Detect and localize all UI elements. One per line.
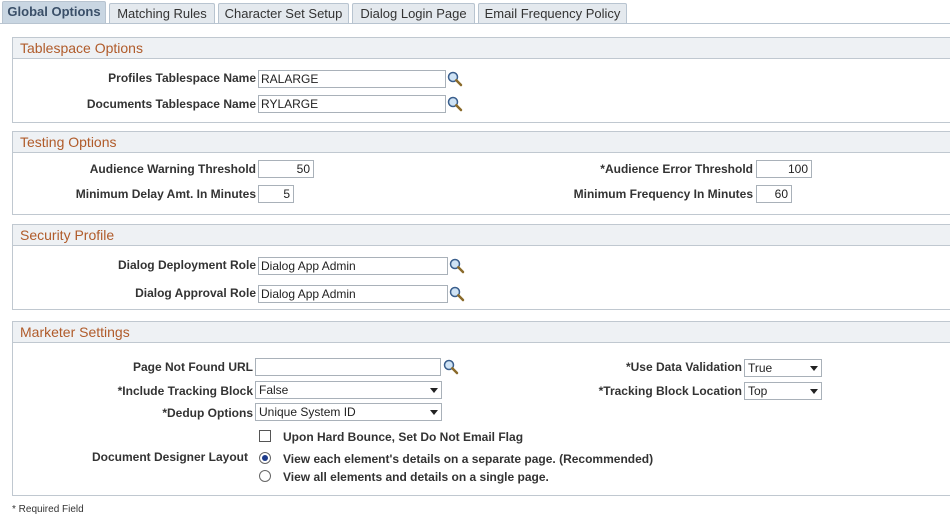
- minimum-frequency-label: Minimum Frequency In Minutes: [573, 187, 753, 201]
- required-field-note: * Required Field: [12, 504, 84, 515]
- magnifier-icon[interactable]: [449, 286, 465, 302]
- layout-single-label: View all elements and details on a singl…: [283, 470, 549, 484]
- select-value: True: [748, 361, 773, 375]
- chevron-down-icon: [810, 366, 818, 371]
- magnifier-icon[interactable]: [447, 96, 463, 112]
- tracking-location-label: *Tracking Block Location: [598, 384, 742, 398]
- include-tracking-select[interactable]: False: [255, 381, 442, 399]
- section-title: Marketer Settings: [13, 322, 950, 343]
- tab-label: Character Set Setup: [224, 6, 343, 21]
- page-not-found-label: Page Not Found URL: [133, 360, 253, 374]
- profiles-tablespace-input[interactable]: [258, 70, 446, 88]
- tab-global-options[interactable]: Global Options: [2, 1, 106, 24]
- audience-warning-input[interactable]: [258, 160, 314, 178]
- page-not-found-input[interactable]: [255, 358, 441, 376]
- chevron-down-icon: [430, 388, 438, 393]
- layout-separate-radio[interactable]: [259, 452, 271, 464]
- use-data-validation-label: *Use Data Validation: [625, 360, 742, 374]
- tab-matching-rules[interactable]: Matching Rules: [109, 3, 215, 23]
- tab-dialog-login-page[interactable]: Dialog Login Page: [352, 3, 475, 23]
- profiles-tablespace-label: Profiles Tablespace Name: [108, 71, 256, 85]
- documents-tablespace-label: Documents Tablespace Name: [86, 97, 256, 111]
- tab-label: Matching Rules: [117, 6, 207, 21]
- magnifier-icon[interactable]: [447, 71, 463, 87]
- select-value: Top: [748, 384, 768, 398]
- select-value: False: [259, 383, 289, 397]
- minimum-delay-label: Minimum Delay Amt. In Minutes: [75, 187, 256, 201]
- audience-warning-label: Audience Warning Threshold: [89, 162, 256, 176]
- approval-role-input[interactable]: [258, 285, 448, 303]
- audience-error-label: *Audience Error Threshold: [600, 162, 753, 176]
- approval-role-label: Dialog Approval Role: [135, 286, 256, 300]
- section-title: Tablespace Options: [13, 38, 950, 59]
- section-title: Testing Options: [13, 132, 950, 153]
- tab-label: Global Options: [7, 4, 101, 19]
- layout-single-radio[interactable]: [259, 470, 271, 482]
- hard-bounce-label: Upon Hard Bounce, Set Do Not Email Flag: [283, 430, 524, 444]
- use-data-validation-select[interactable]: True: [744, 359, 822, 377]
- deployment-role-label: Dialog Deployment Role: [117, 258, 256, 272]
- tab-label: Dialog Login Page: [360, 6, 467, 21]
- minimum-frequency-input[interactable]: [756, 185, 792, 203]
- tab-bar: Global Options Matching Rules Character …: [0, 0, 950, 24]
- minimum-delay-input[interactable]: [258, 185, 294, 203]
- magnifier-icon[interactable]: [443, 359, 459, 375]
- tab-divider: [0, 23, 950, 24]
- chevron-down-icon: [430, 410, 438, 415]
- dedup-options-label: *Dedup Options: [162, 406, 253, 420]
- tracking-location-select[interactable]: Top: [744, 382, 822, 400]
- tab-label: Email Frequency Policy: [484, 6, 621, 21]
- dedup-options-select[interactable]: Unique System ID: [255, 403, 442, 421]
- hard-bounce-checkbox[interactable]: [259, 430, 271, 442]
- documents-tablespace-input[interactable]: [258, 95, 446, 113]
- designer-layout-label: Document Designer Layout: [91, 450, 248, 464]
- include-tracking-label: *Include Tracking Block: [117, 384, 253, 398]
- chevron-down-icon: [810, 389, 818, 394]
- section-title: Security Profile: [13, 225, 950, 246]
- select-value: Unique System ID: [259, 405, 356, 419]
- magnifier-icon[interactable]: [449, 258, 465, 274]
- tab-email-frequency-policy[interactable]: Email Frequency Policy: [478, 3, 627, 23]
- deployment-role-input[interactable]: [258, 257, 448, 275]
- layout-separate-label: View each element's details on a separat…: [283, 452, 654, 466]
- audience-error-input[interactable]: [756, 160, 812, 178]
- tab-character-set-setup[interactable]: Character Set Setup: [218, 3, 349, 23]
